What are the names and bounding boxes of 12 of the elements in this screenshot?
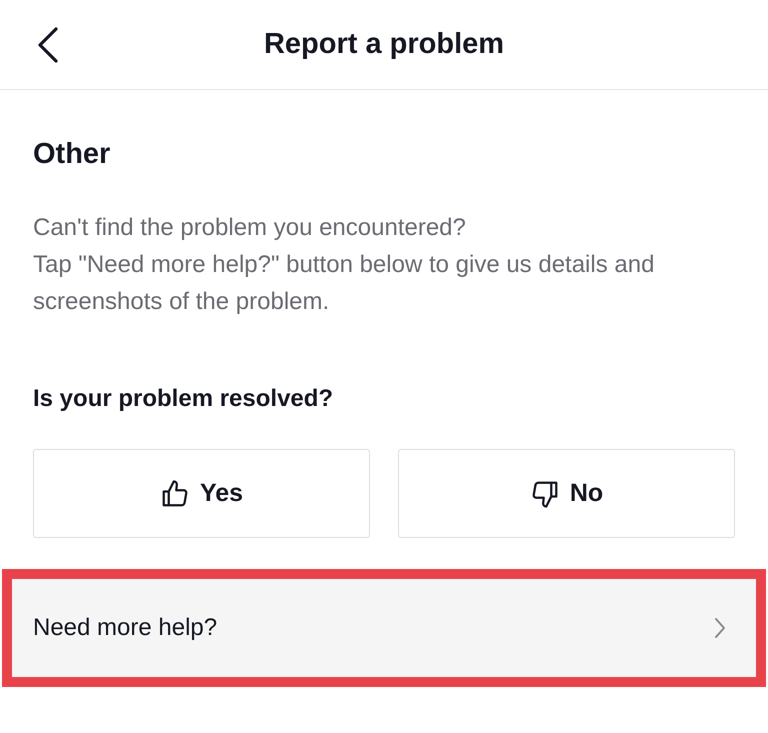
section-title: Other xyxy=(33,137,112,172)
thumbs-down-icon xyxy=(530,478,560,508)
feedback-button[interactable]: Yes xyxy=(33,449,370,538)
chevron-right-icon xyxy=(714,617,726,639)
page-title: Report a problem xyxy=(264,26,504,62)
question-text: Is your problem resolved? xyxy=(33,384,334,414)
feedback-button[interactable]: No xyxy=(398,449,735,538)
back-icon xyxy=(37,27,59,63)
description-text: Can't find the problem you encountered? xyxy=(33,213,467,243)
need-help-row[interactable]: Need more help? xyxy=(12,579,756,677)
description-text: Tap "Need more help?" button below to give us details and screenshots of the problem. xyxy=(33,250,656,317)
thumbs-up-icon xyxy=(160,478,190,508)
